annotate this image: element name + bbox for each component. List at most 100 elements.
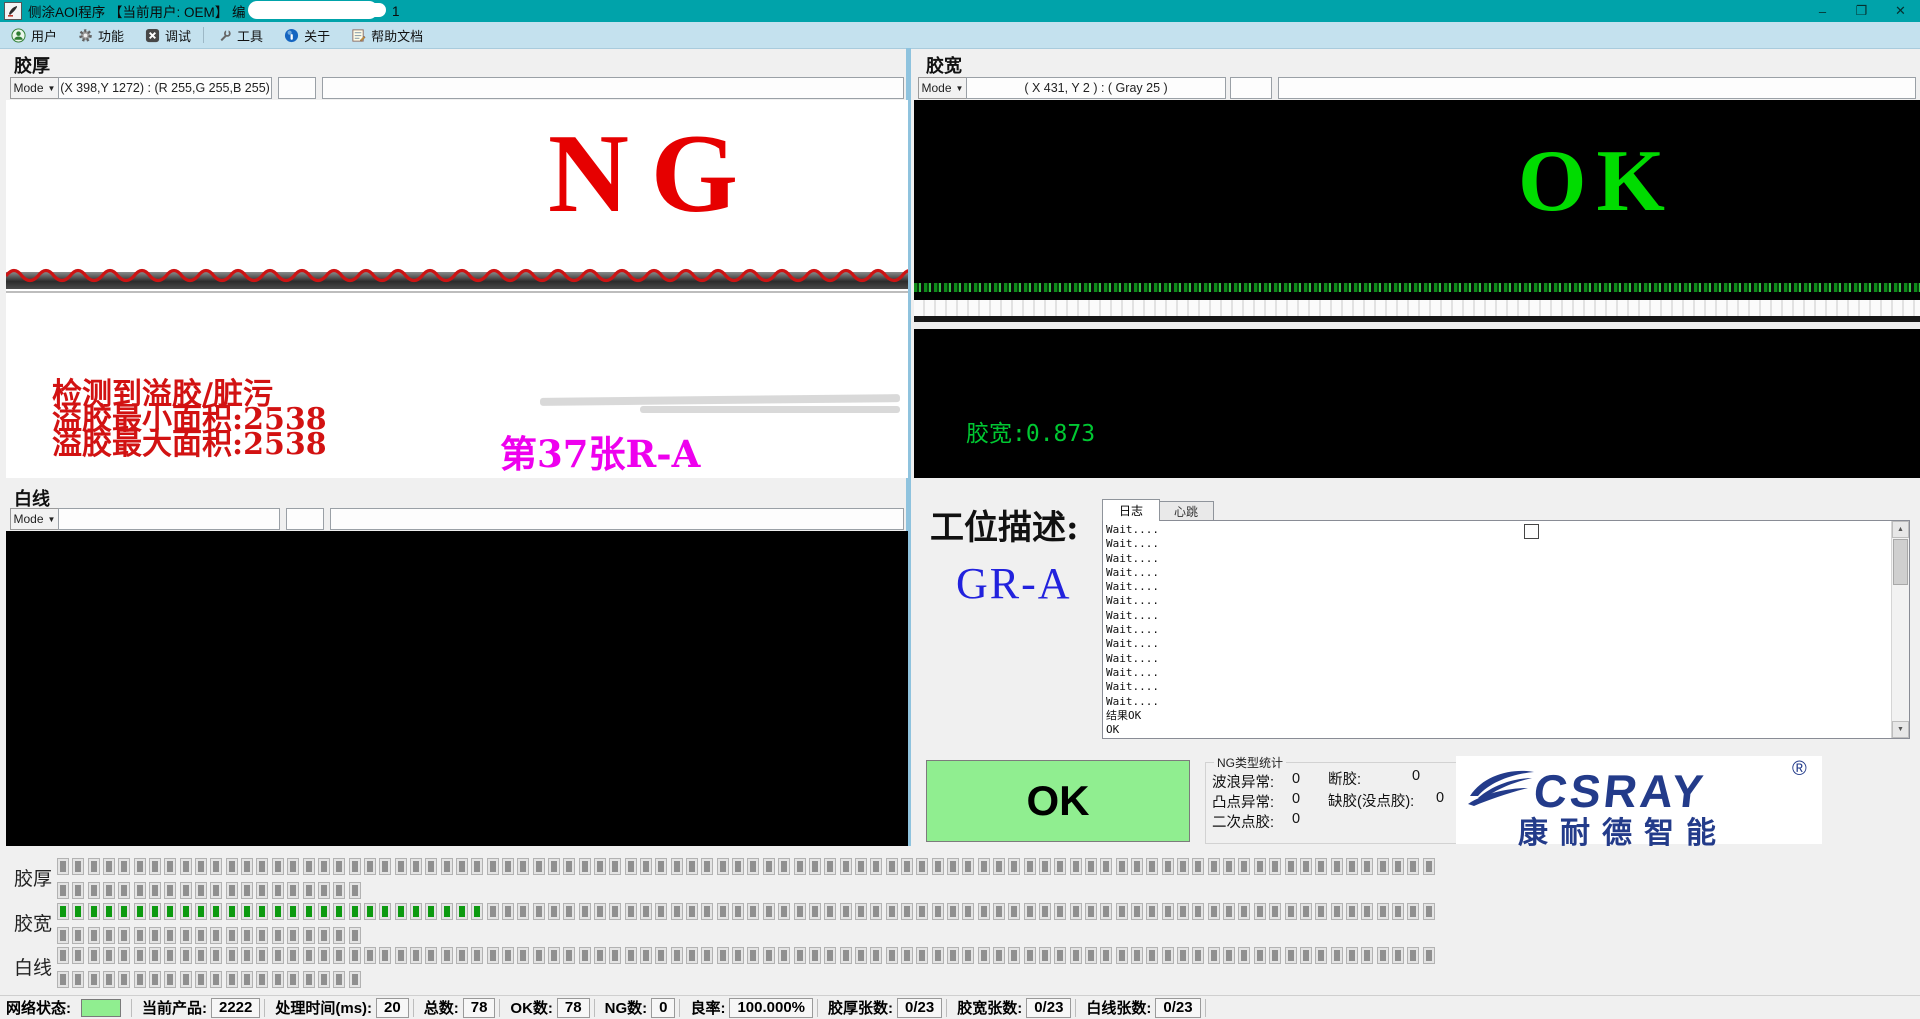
menu-item-user[interactable]: 用户 xyxy=(0,22,67,48)
progress-cell xyxy=(456,858,468,875)
progress-cell xyxy=(701,947,713,964)
progress-cell xyxy=(88,927,100,944)
progress-cell xyxy=(701,903,713,920)
maximize-button[interactable]: ❐ xyxy=(1842,0,1881,22)
menu-item-label: 用户 xyxy=(31,26,57,45)
progress-cell xyxy=(118,947,130,964)
minimize-button[interactable]: – xyxy=(1803,0,1842,22)
progress-cell xyxy=(195,882,207,899)
status-field-label: 良率: xyxy=(690,997,725,1018)
progress-cell xyxy=(563,903,575,920)
menu-item-debug[interactable]: 调试 xyxy=(134,22,201,48)
progress-cell xyxy=(1054,903,1066,920)
progress-cell xyxy=(609,903,621,920)
progress-cell xyxy=(410,903,422,920)
progress-cell xyxy=(333,903,345,920)
progress-cell xyxy=(1223,947,1235,964)
log-entry: 结果OK xyxy=(1106,709,1889,723)
frame-number-label: 第37张R-A xyxy=(500,424,700,478)
registered-mark: ® xyxy=(1792,758,1807,781)
log-list[interactable]: Wait....Wait....Wait....Wait....Wait....… xyxy=(1106,523,1889,736)
progress-cell xyxy=(164,903,176,920)
progress-cell xyxy=(134,927,146,944)
scroll-down-icon[interactable]: ▼ xyxy=(1892,721,1909,738)
progress-cell xyxy=(103,927,115,944)
progress-cell xyxy=(855,947,867,964)
progress-cell xyxy=(272,971,284,988)
mode-dropdown-glue-width[interactable]: Mode ▼ xyxy=(918,77,967,99)
progress-cell xyxy=(1346,903,1358,920)
network-status-indicator xyxy=(81,999,121,1017)
progress-cell xyxy=(1162,947,1174,964)
tab-log[interactable]: 日志 xyxy=(1102,499,1160,521)
status-field-value: 0/23 xyxy=(1026,998,1071,1018)
progress-row xyxy=(57,927,364,944)
mode-dropdown-glue-thickness[interactable]: Mode ▼ xyxy=(10,77,59,99)
progress-cell xyxy=(72,882,84,899)
log-entry: Wait.... xyxy=(1106,680,1889,694)
progress-cell xyxy=(57,858,69,875)
status-separator xyxy=(1205,999,1206,1017)
progress-cell xyxy=(1238,903,1250,920)
progress-cell xyxy=(256,927,268,944)
log-entry: OK xyxy=(1106,723,1889,736)
scroll-up-icon[interactable]: ▲ xyxy=(1892,521,1909,538)
progress-cell xyxy=(72,903,84,920)
progress-cell xyxy=(886,903,898,920)
progress-cell xyxy=(1100,858,1112,875)
progress-cell xyxy=(1100,947,1112,964)
progress-cell xyxy=(717,903,729,920)
log-scrollbar[interactable]: ▲ ▼ xyxy=(1891,521,1909,738)
menu-item-function[interactable]: 功能 xyxy=(67,22,134,48)
progress-cell xyxy=(840,947,852,964)
progress-cell xyxy=(1177,903,1189,920)
progress-cell xyxy=(1407,858,1419,875)
gear-icon xyxy=(77,27,93,43)
status-field-value: 0 xyxy=(651,998,675,1018)
progress-cell xyxy=(118,927,130,944)
mode-dropdown-white-line[interactable]: Mode ▼ xyxy=(10,508,59,530)
progress-cell xyxy=(1407,947,1419,964)
progress-cell xyxy=(517,858,529,875)
progress-cell xyxy=(533,947,545,964)
result-ok-button[interactable]: OK xyxy=(926,760,1190,842)
pixel-readout-white-line xyxy=(58,508,280,530)
panel-title-glue-width: 胶宽 xyxy=(926,52,962,78)
progress-cell xyxy=(840,903,852,920)
progress-cell xyxy=(287,971,299,988)
progress-cell xyxy=(364,903,376,920)
log-checkbox[interactable] xyxy=(1524,524,1539,539)
progress-cell xyxy=(1377,947,1389,964)
progress-cell xyxy=(1238,947,1250,964)
progress-cell xyxy=(625,858,637,875)
progress-cell xyxy=(425,903,437,920)
progress-cell xyxy=(563,947,575,964)
menu-item-help[interactable]: 帮助文档 xyxy=(340,22,433,48)
progress-cell xyxy=(1392,903,1404,920)
menu-item-tools[interactable]: 工具 xyxy=(206,22,273,48)
tools-icon xyxy=(216,27,232,43)
progress-cell xyxy=(1423,947,1435,964)
progress-cell xyxy=(349,947,361,964)
network-status-label: 网络状态: xyxy=(6,997,71,1018)
progress-cell xyxy=(88,858,100,875)
progress-cell xyxy=(241,858,253,875)
status-field-label: 当前产品: xyxy=(142,997,207,1018)
close-button[interactable]: ✕ xyxy=(1881,0,1920,22)
image-canvas-white-line[interactable] xyxy=(6,531,908,846)
progress-cell xyxy=(993,903,1005,920)
progress-cell xyxy=(1331,903,1343,920)
window-title: 侧涂AOI程序 【当前用户: OEM】 编 xyxy=(28,1,246,21)
scroll-thumb[interactable] xyxy=(1893,539,1908,585)
status-separator xyxy=(594,999,595,1017)
progress-cell xyxy=(993,947,1005,964)
tab-heartbeat[interactable]: 心跳 xyxy=(1158,501,1214,521)
progress-cell xyxy=(993,858,1005,875)
progress-cell xyxy=(241,882,253,899)
progress-cell xyxy=(1162,858,1174,875)
progress-cell xyxy=(272,882,284,899)
progress-cell xyxy=(256,971,268,988)
progress-cell xyxy=(1039,858,1051,875)
menu-item-about[interactable]: 关于 xyxy=(273,22,340,48)
progress-cell xyxy=(1361,903,1373,920)
